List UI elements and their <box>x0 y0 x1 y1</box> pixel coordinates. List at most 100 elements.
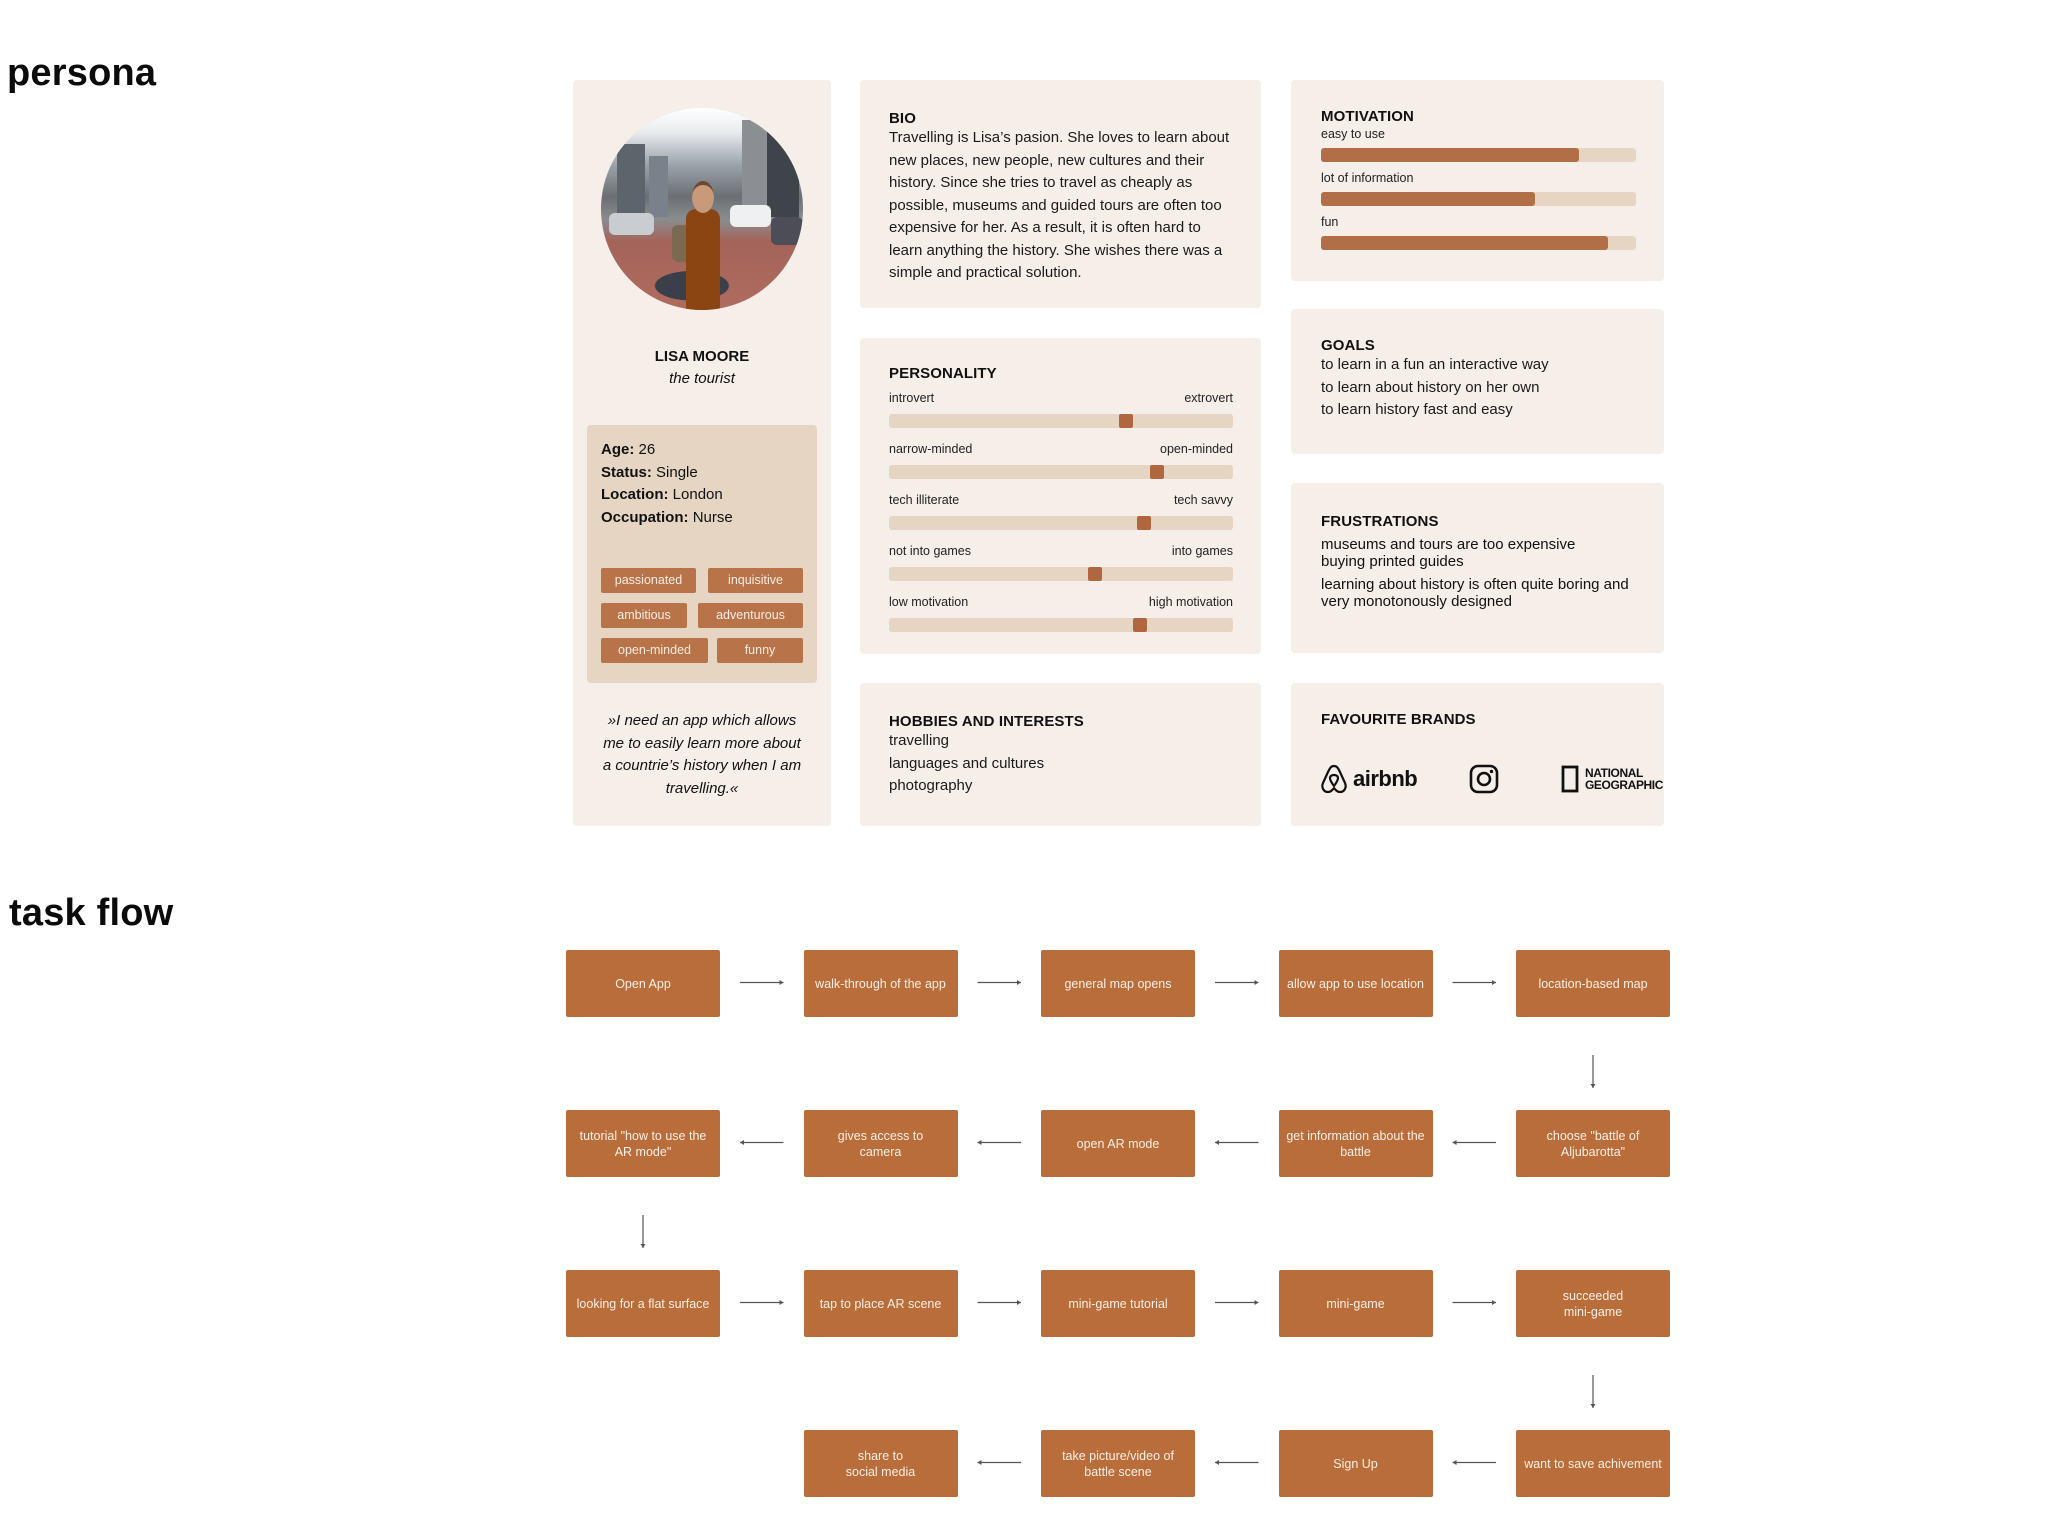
persona-name: LISA MOORE <box>654 348 750 365</box>
trait-tag: ambitious <box>601 603 687 628</box>
scale-left-label: introvert <box>889 391 935 405</box>
persona-role: the tourist <box>669 370 735 387</box>
fact-occupation: Occupation: Nurse <box>601 507 733 530</box>
trait-tag: passionated <box>601 568 696 593</box>
scale-knob <box>1119 414 1134 428</box>
personality-scales: introvert extrovert narrow-minded open-mind… <box>889 391 1233 632</box>
flow-arrow <box>977 1300 1021 1305</box>
flow-step: share to social media <box>803 1430 958 1497</box>
trait-tags: passionated inquisitive ambitious advent… <box>601 568 803 673</box>
frustration-item: museums and tours are too expensive <box>1321 536 1576 553</box>
frustrations-card: FRUSTRATIONS museums and tours are too e… <box>1291 483 1664 653</box>
fact-value: London <box>672 486 723 503</box>
fact-value: Nurse <box>692 508 733 526</box>
flow-step: mini-game <box>1278 1270 1433 1337</box>
photo-detail <box>730 204 771 228</box>
flow-step: Sign Up <box>1278 1430 1433 1497</box>
arrowhead-icon <box>1017 980 1021 985</box>
flow-arrow <box>1215 1140 1259 1145</box>
flow-arrow <box>640 1215 646 1248</box>
airbnb-logo-icon <box>1321 764 1347 794</box>
flow-arrow <box>1215 980 1259 985</box>
photo-detail <box>649 156 668 218</box>
trait-tag: open-minded <box>601 638 708 663</box>
flow-step: choose "battle of Aljubarotta" <box>1516 1110 1670 1177</box>
trait-tag: funny <box>717 638 803 663</box>
flow-arrow <box>1590 1055 1596 1088</box>
scale-labels: not into games into games <box>889 544 1233 558</box>
flow-arrow <box>740 980 784 985</box>
flow-arrow <box>1215 1300 1259 1305</box>
scale-left-label: low motivation <box>889 595 969 609</box>
flow-step: open AR mode <box>1041 1110 1195 1177</box>
scale-labels: narrow-minded open-minded <box>889 442 1233 456</box>
flow-step: succeeded mini-game <box>1516 1270 1670 1337</box>
arrowhead-icon <box>1590 1404 1596 1408</box>
fact-label: Occupation: <box>601 508 689 526</box>
scale-left-label: tech illiterate <box>889 493 960 507</box>
arrowhead-icon <box>1492 980 1496 985</box>
goals-title: GOALS <box>1321 337 1375 354</box>
flow-arrow <box>977 1140 1021 1145</box>
photo-detail <box>617 144 646 218</box>
motivation-bar-track <box>1321 236 1636 250</box>
flow-arrow <box>740 1300 784 1305</box>
motivation-bar-track <box>1321 148 1636 162</box>
persona-profile-card: LISA MOORE the tourist Age: 26 Status: S… <box>573 80 831 826</box>
motivation-bars: easy to use lot of information fun <box>1321 127 1636 250</box>
fact-label: Status: <box>601 463 652 481</box>
flow-step: get information about the battle <box>1278 1110 1433 1177</box>
scale-left-label: not into games <box>889 544 971 558</box>
motivation-bar-fill <box>1321 148 1580 162</box>
arrowhead-icon <box>640 1244 646 1248</box>
arrowhead-icon <box>1590 1084 1596 1088</box>
fact-label: Age: <box>601 441 635 458</box>
photo-detail <box>742 120 767 218</box>
scale-right-label: high motivation <box>1148 595 1233 609</box>
persona-photo <box>601 108 803 310</box>
scale-track <box>889 567 1233 581</box>
flow-arrow <box>1452 1300 1496 1305</box>
persona-section-title: persona <box>7 52 157 94</box>
arrowhead-icon <box>1254 1300 1259 1305</box>
scale-right-label: extrovert <box>1184 391 1233 405</box>
personality-scale: not into games into games <box>889 544 1233 581</box>
scale-track <box>889 618 1233 632</box>
fact-age: Age: 26 <box>601 439 733 462</box>
photo-detail <box>685 209 721 310</box>
arrowhead-icon <box>740 1140 744 1145</box>
flow-step: want to save achivement <box>1516 1430 1670 1497</box>
airbnb-wordmark: airbnb <box>1353 766 1418 791</box>
natgeo-wordmark: NATIONAL GEOGRAPHIC <box>1585 767 1663 791</box>
personality-title: PERSONALITY <box>889 365 997 382</box>
flow-step: tap to place AR scene <box>803 1270 958 1337</box>
bio-title: BIO <box>889 110 916 127</box>
motivation-card: MOTIVATION easy to use lot of information… <box>1291 80 1664 281</box>
scale-knob <box>1133 618 1148 632</box>
bio-card: BIO Travelling is Lisa’s pasion. She lov… <box>860 80 1261 308</box>
taskflow-section-title: task flow <box>9 892 174 934</box>
fact-status: Status: Single <box>601 462 733 485</box>
arrowhead-icon <box>779 980 784 985</box>
flow-step: tutorial "how to use the AR mode" <box>566 1110 720 1177</box>
fact-value: Single <box>656 463 698 481</box>
flow-step: general map opens <box>1041 950 1195 1017</box>
personality-scale: narrow-minded open-minded <box>889 442 1233 479</box>
personality-scale: tech illiterate tech savvy <box>889 493 1233 530</box>
arrowhead-icon <box>1215 1140 1219 1145</box>
flow-step: take picture/video of battle scene <box>1041 1430 1195 1497</box>
frustrations-title: FRUSTRATIONS <box>1321 513 1439 530</box>
fact-label: Location: <box>601 486 669 503</box>
trait-tag: adventurous <box>698 603 803 628</box>
flow-arrow <box>1452 980 1496 985</box>
national-geographic-logo-icon <box>1561 765 1579 793</box>
arrowhead-icon <box>1254 980 1259 985</box>
scale-labels: introvert extrovert <box>889 391 1233 405</box>
scale-right-label: open-minded <box>1160 442 1233 456</box>
arrowhead-icon <box>1215 1460 1219 1465</box>
brand-national-geographic: NATIONAL GEOGRAPHIC <box>1561 759 1663 799</box>
motivation-bar-fill <box>1321 236 1608 250</box>
scale-left-label: narrow-minded <box>889 442 973 456</box>
scale-track <box>889 465 1233 479</box>
brand-instagram <box>1469 759 1499 799</box>
